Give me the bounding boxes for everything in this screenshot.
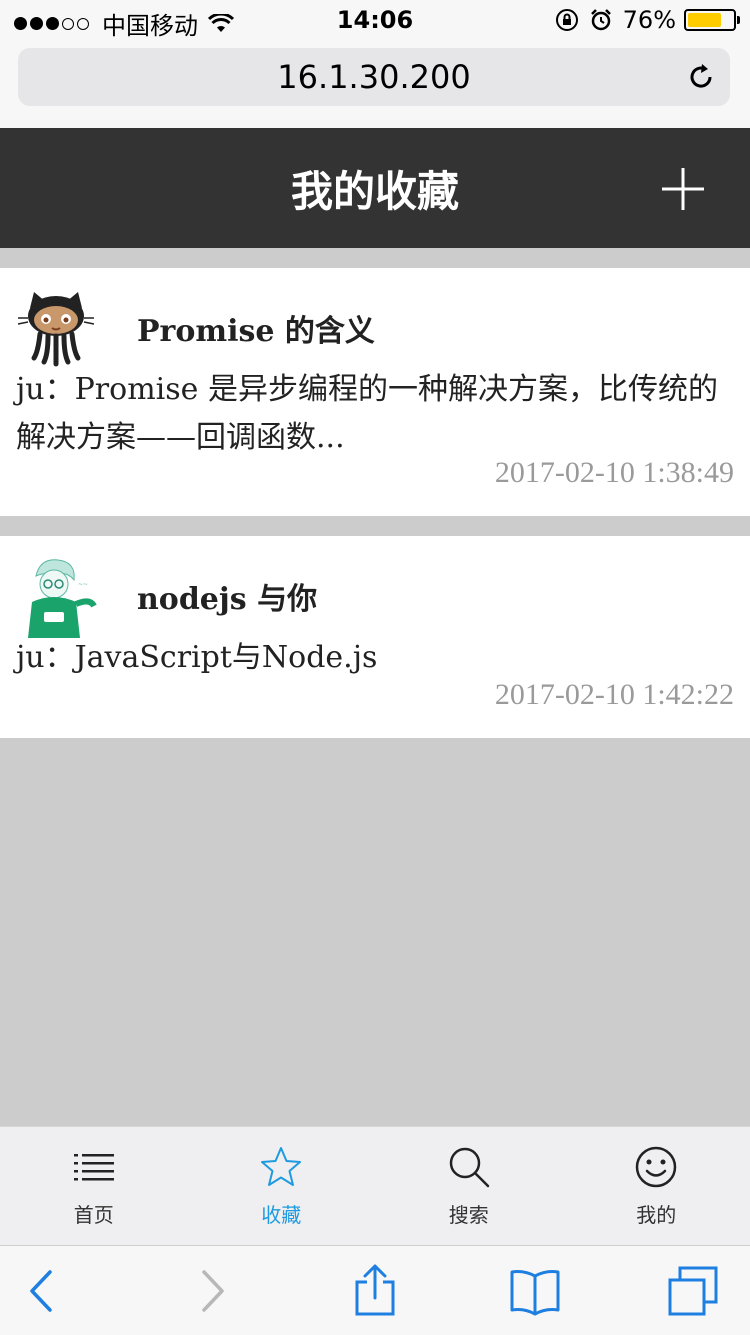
tab-label: 搜索 bbox=[375, 1199, 563, 1228]
app-header: 我的收藏 bbox=[0, 128, 750, 248]
tabs-icon[interactable] bbox=[666, 1264, 720, 1318]
wifi-icon bbox=[208, 14, 234, 34]
share-icon[interactable] bbox=[348, 1264, 402, 1318]
reload-icon[interactable] bbox=[686, 62, 716, 92]
battery-percent: 76% bbox=[623, 6, 676, 34]
status-left: 中国移动 bbox=[14, 6, 234, 41]
battery-icon bbox=[684, 9, 736, 31]
browser-address-area: 16.1.30.200 bbox=[0, 40, 750, 128]
favorite-summary: ju：Promise 是异步编程的一种解决方案，比传统的解决方案——回调函数..… bbox=[16, 366, 734, 462]
forward-icon[interactable] bbox=[184, 1264, 238, 1318]
tab-home[interactable]: 首页 bbox=[0, 1127, 188, 1246]
browser-toolbar bbox=[0, 1245, 750, 1335]
favorite-title: Promise 的含义 bbox=[137, 306, 375, 350]
alarm-icon bbox=[589, 8, 613, 32]
tab-search[interactable]: 搜索 bbox=[375, 1127, 563, 1246]
user-avatar-icon: ~~ bbox=[14, 554, 98, 638]
favorite-timestamp: 2017-02-10 1:38:49 bbox=[495, 456, 734, 490]
carrier-name: 中国移动 bbox=[102, 6, 198, 41]
smiley-icon bbox=[634, 1145, 678, 1189]
bookmarks-icon[interactable] bbox=[508, 1264, 562, 1318]
page-title: 我的收藏 bbox=[291, 158, 459, 219]
tab-label: 我的 bbox=[563, 1199, 750, 1228]
tab-label: 首页 bbox=[0, 1199, 188, 1228]
address-bar[interactable]: 16.1.30.200 bbox=[18, 48, 730, 106]
search-icon bbox=[447, 1145, 491, 1189]
github-octocat-avatar-icon bbox=[14, 286, 98, 370]
back-icon[interactable] bbox=[16, 1264, 70, 1318]
favorite-summary: ju：JavaScript与Node.js bbox=[16, 634, 734, 682]
url-text: 16.1.30.200 bbox=[277, 58, 470, 96]
tab-bar: 首页 收藏 搜索 我的 bbox=[0, 1126, 750, 1246]
status-bar: 中国移动 14:06 76% bbox=[0, 0, 750, 40]
star-icon bbox=[259, 1145, 303, 1189]
tab-mine[interactable]: 我的 bbox=[563, 1127, 750, 1246]
orientation-lock-icon bbox=[555, 8, 579, 32]
signal-strength-icon bbox=[14, 17, 92, 30]
plus-icon[interactable] bbox=[660, 166, 706, 212]
tab-label: 收藏 bbox=[188, 1199, 376, 1228]
favorite-timestamp: 2017-02-10 1:42:22 bbox=[495, 678, 734, 712]
battery-level bbox=[688, 13, 721, 27]
favorite-title: nodejs 与你 bbox=[137, 574, 317, 618]
svg-text:~~: ~~ bbox=[78, 581, 88, 588]
favorite-item[interactable]: ~~ nodejs 与你 ju：JavaScript与Node.js 2017-… bbox=[0, 536, 750, 738]
list-icon bbox=[72, 1145, 116, 1189]
status-right: 76% bbox=[555, 6, 736, 34]
favorite-item[interactable]: Promise 的含义 ju：Promise 是异步编程的一种解决方案，比传统的… bbox=[0, 268, 750, 516]
tab-favorites[interactable]: 收藏 bbox=[188, 1127, 376, 1246]
